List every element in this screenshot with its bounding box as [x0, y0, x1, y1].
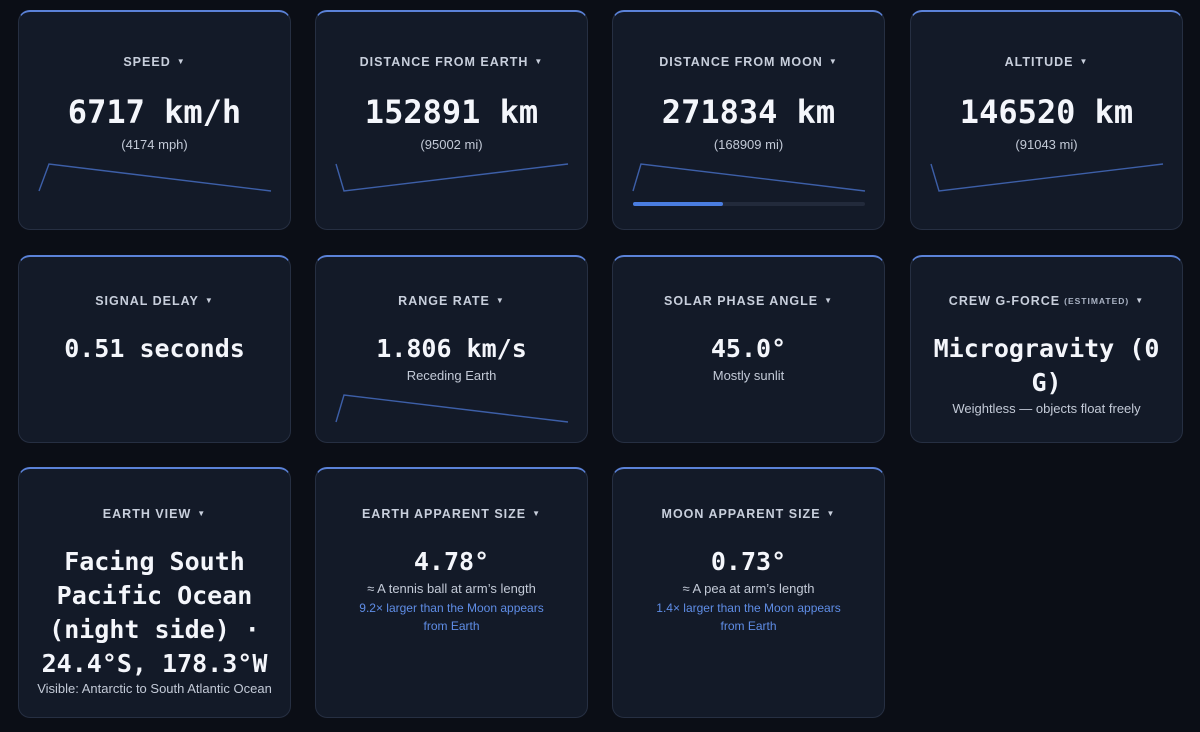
- distance-moon-progress-fill: [633, 202, 724, 206]
- altitude-sparkline: [930, 163, 1164, 192]
- distance-earth-label-button[interactable]: DISTANCE FROM EARTH ▼: [316, 55, 587, 69]
- distance-moon-secondary: (168909 mi): [713, 137, 784, 152]
- moon-size-comparison: 1.4× larger than the Moon appears from E…: [656, 601, 841, 633]
- moon-size-value: 0.73°: [710, 547, 787, 576]
- caret-down-icon: ▼: [828, 57, 838, 66]
- earth-size-secondary: ≈ A tennis ball at arm’s length: [367, 581, 536, 596]
- altitude-value: 146520 km: [959, 93, 1134, 131]
- earth-view-label-button[interactable]: EARTH VIEW ▼: [19, 507, 290, 521]
- distance-moon-sparkline: [632, 163, 866, 192]
- caret-down-icon: ▼: [1079, 57, 1089, 66]
- distance-earth-secondary: (95002 mi): [420, 137, 483, 152]
- earth-size-label-button[interactable]: EARTH APPARENT SIZE ▼: [316, 507, 587, 521]
- solar-phase-label-button[interactable]: SOLAR PHASE ANGLE ▼: [613, 294, 884, 308]
- distance-moon-value: 271834 km: [661, 93, 836, 131]
- earth-view-card: EARTH VIEW ▼ Facing South Pacific Ocean (…: [18, 467, 291, 718]
- caret-down-icon: ▼: [532, 509, 542, 518]
- caret-down-icon: ▼: [534, 57, 544, 66]
- distance-earth-card: DISTANCE FROM EARTH ▼ 152891 km (95002 mi…: [315, 10, 588, 230]
- caret-down-icon: ▼: [1135, 296, 1145, 305]
- caret-down-icon: ▼: [197, 509, 207, 518]
- altitude-card: ALTITUDE ▼ 146520 km (91043 mi): [910, 10, 1183, 230]
- earth-size-value: 4.78°: [413, 547, 490, 576]
- crew-gforce-label-button[interactable]: CREW G-FORCE (ESTIMATED) ▼: [911, 294, 1182, 308]
- caret-down-icon: ▼: [204, 296, 214, 305]
- distance-moon-progress-bar: [633, 202, 865, 206]
- signal-delay-card: SIGNAL DELAY ▼ 0.51 seconds: [18, 255, 291, 443]
- caret-down-icon: ▼: [824, 296, 833, 305]
- range-rate-value: 1.806 km/s: [376, 334, 527, 363]
- earth-view-value: Facing South Pacific Ocean (night side) …: [41, 547, 275, 678]
- crew-gforce-secondary: Weightless — objects float freely: [952, 401, 1141, 416]
- signal-delay-value: 0.51 seconds: [64, 334, 245, 363]
- distance-earth-value: 152891 km: [364, 93, 539, 131]
- caret-down-icon: ▼: [495, 296, 505, 305]
- earth-size-comparison: 9.2× larger than the Moon appears from E…: [359, 601, 544, 633]
- distance-moon-card: DISTANCE FROM MOON ▼ 271834 km (168909 mi…: [612, 10, 885, 230]
- speed-sparkline: [38, 163, 272, 192]
- solar-phase-value: 45.0°: [710, 334, 787, 363]
- crew-gforce-card: CREW G-FORCE (ESTIMATED) ▼ Microgravity (0…: [910, 255, 1183, 443]
- distance-earth-sparkline: [335, 163, 569, 192]
- range-rate-sparkline: [335, 394, 569, 423]
- earth-size-card: EARTH APPARENT SIZE ▼ 4.78° ≈ A tennis ba…: [315, 467, 588, 718]
- distance-moon-label-button[interactable]: DISTANCE FROM MOON ▼: [613, 55, 884, 69]
- speed-value: 6717 km/h: [67, 93, 242, 131]
- moon-size-card: MOON APPARENT SIZE ▼ 0.73° ≈ A pea at arm…: [612, 467, 885, 718]
- range-rate-label-button[interactable]: RANGE RATE ▼: [316, 294, 587, 308]
- speed-secondary: (4174 mph): [121, 137, 188, 152]
- caret-down-icon: ▼: [176, 57, 186, 66]
- earth-view-secondary: Visible: Antarctic to South Atlantic Oce…: [37, 681, 272, 696]
- crew-gforce-value: Microgravity (0 G): [933, 334, 1175, 397]
- altitude-secondary: (91043 mi): [1015, 137, 1078, 152]
- solar-phase-card: SOLAR PHASE ANGLE ▼ 45.0° Mostly sunlit: [612, 255, 885, 443]
- range-rate-card: RANGE RATE ▼ 1.806 km/s Receding Earth: [315, 255, 588, 443]
- signal-delay-label-button[interactable]: SIGNAL DELAY ▼: [19, 294, 290, 308]
- caret-down-icon: ▼: [826, 509, 836, 518]
- speed-label-button[interactable]: SPEED ▼: [19, 55, 290, 69]
- moon-size-label-button[interactable]: MOON APPARENT SIZE ▼: [613, 507, 884, 521]
- altitude-label-button[interactable]: ALTITUDE ▼: [911, 55, 1182, 69]
- speed-card: SPEED ▼ 6717 km/h (4174 mph): [18, 10, 291, 230]
- range-rate-secondary: Receding Earth: [406, 368, 497, 383]
- solar-phase-secondary: Mostly sunlit: [712, 368, 785, 383]
- moon-size-secondary: ≈ A pea at arm’s length: [682, 581, 815, 596]
